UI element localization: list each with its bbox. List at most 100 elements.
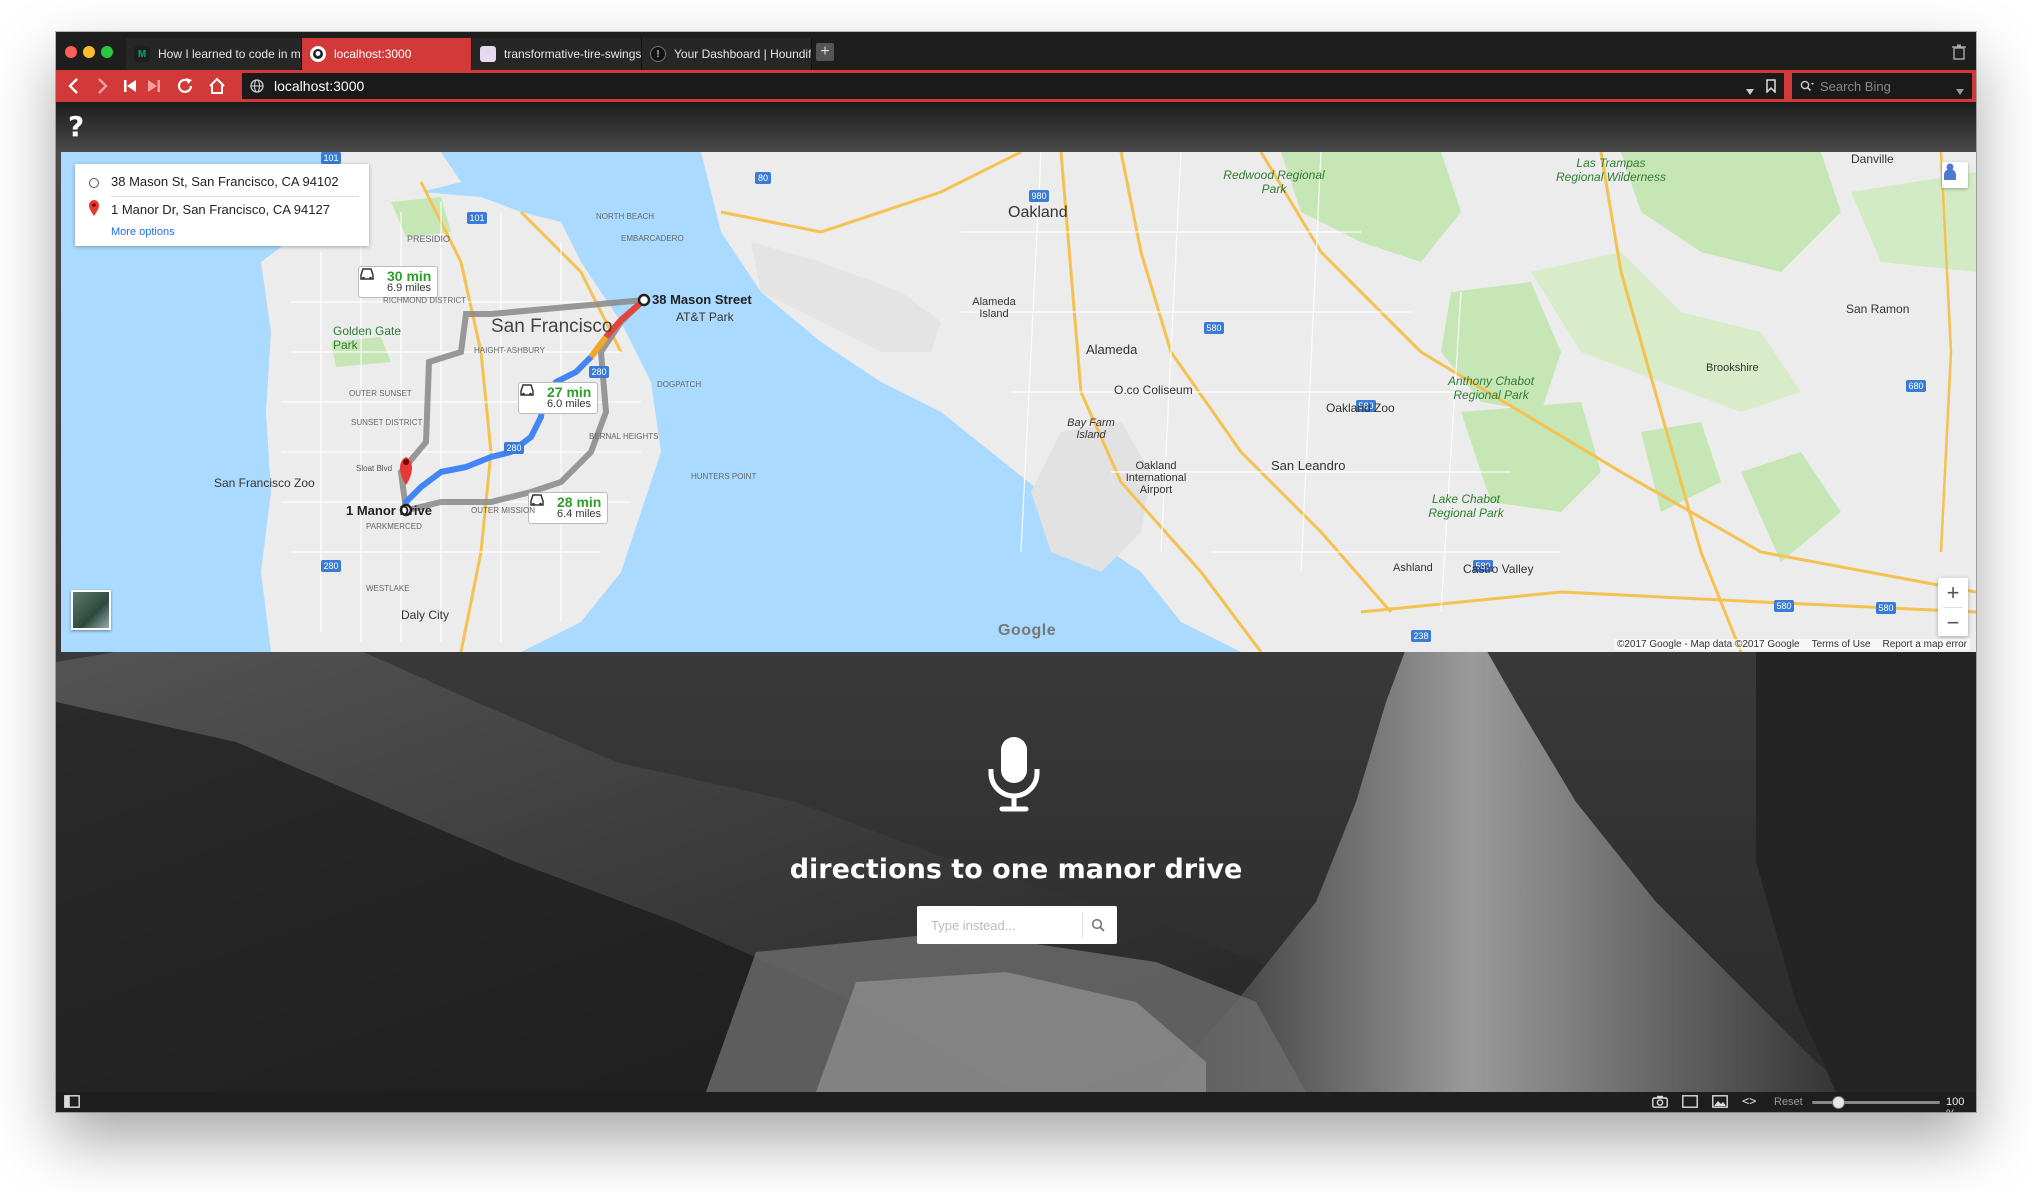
zoom-out-button[interactable]: − xyxy=(1938,608,1968,637)
route-start-label: 38 Mason Street xyxy=(652,292,752,307)
svg-text:280: 280 xyxy=(506,443,521,453)
search-placeholder: Search Bing xyxy=(1820,78,1891,94)
home-button[interactable] xyxy=(202,70,232,102)
terms-of-use-link[interactable]: Terms of Use xyxy=(1812,639,1871,650)
zoom-slider-knob[interactable] xyxy=(1831,1096,1845,1109)
maximize-window-button[interactable] xyxy=(101,46,113,58)
map-label-dogpatch: DOGPATCH xyxy=(657,380,702,389)
type-instead-input[interactable] xyxy=(917,917,1077,933)
svg-text:280: 280 xyxy=(323,561,338,571)
minimize-window-button[interactable] xyxy=(83,46,95,58)
input-divider xyxy=(1082,912,1083,938)
car-icon xyxy=(530,494,544,506)
help-button[interactable]: ? xyxy=(68,110,84,143)
svg-text:980: 980 xyxy=(1031,191,1046,201)
zoom-in-button[interactable]: + xyxy=(1938,578,1968,607)
panel-toggle-icon[interactable] xyxy=(64,1095,80,1111)
map-label-bay-farm: Bay Farm Island xyxy=(1067,417,1115,441)
url-dropdown-icon[interactable] xyxy=(1746,82,1754,98)
satellite-toggle-thumbnail[interactable] xyxy=(71,590,111,630)
map-label-anthony-chabot: Anthony Chabot Regional Park xyxy=(1447,374,1535,402)
zoom-reset-button[interactable]: Reset xyxy=(1774,1096,1803,1108)
zoom-control: + − xyxy=(1938,578,1968,636)
tab-tire-swings[interactable]: transformative-tire-swings - P xyxy=(472,38,642,70)
new-tab-button[interactable]: + xyxy=(816,43,834,61)
map-label-north-beach: NORTH BEACH xyxy=(596,212,655,221)
directions-map[interactable]: 101 101 280 280 280 80 980 580 580 580 5… xyxy=(61,152,1976,652)
map-label-alameda: Alameda xyxy=(1086,342,1138,357)
page-icon xyxy=(480,46,496,62)
bookmark-icon[interactable] xyxy=(1766,79,1776,96)
map-label-san-ramon: San Ramon xyxy=(1846,302,1910,316)
tab-title: Your Dashboard | Houndify D xyxy=(674,47,812,61)
trash-icon[interactable] xyxy=(1952,44,1966,65)
divider xyxy=(111,196,359,197)
map-label-oakland-zoo: Oakland Zoo xyxy=(1326,401,1395,415)
microphone-icon[interactable] xyxy=(986,737,1042,813)
map-label-sf-zoo: San Francisco Zoo xyxy=(214,476,315,490)
map-label-redwood: Redwood Regional Park xyxy=(1223,168,1325,196)
svg-text:238: 238 xyxy=(1413,631,1428,641)
url-text: localhost:3000 xyxy=(274,78,365,94)
car-icon xyxy=(360,268,374,280)
origin-address: 38 Mason St, San Francisco, CA 94102 xyxy=(111,174,339,189)
route-option-1[interactable]: 30 min 6.9 miles xyxy=(358,266,439,298)
route-distance: 6.0 miles xyxy=(547,398,592,410)
voice-transcript: directions to one manor drive xyxy=(789,854,1243,885)
tile-view-icon[interactable] xyxy=(1682,1095,1698,1111)
back-button[interactable] xyxy=(58,70,88,102)
tab-bar: M How I learned to code in my 2 localhos… xyxy=(56,32,1976,70)
tab-localhost[interactable]: localhost:3000 xyxy=(302,38,472,70)
forward-button[interactable] xyxy=(88,70,118,102)
map-label-att-park: AT&T Park xyxy=(676,310,734,324)
svg-text:101: 101 xyxy=(323,153,338,163)
svg-text:101: 101 xyxy=(469,213,484,223)
map-label-san-francisco: San Francisco xyxy=(491,316,613,337)
svg-text:280: 280 xyxy=(591,367,606,377)
houndify-icon: ! xyxy=(650,46,666,62)
map-label-oakland-airport: Oakland International Airport xyxy=(1125,460,1187,496)
reload-button[interactable] xyxy=(170,70,200,102)
type-instead-box[interactable] xyxy=(917,906,1117,944)
fast-forward-button[interactable] xyxy=(142,70,166,102)
report-map-error-link[interactable]: Report a map error xyxy=(1883,639,1967,650)
map-label-westlake: WESTLAKE xyxy=(366,584,410,593)
route-option-2[interactable]: 27 min 6.0 miles xyxy=(518,382,599,414)
svg-text:80: 80 xyxy=(758,173,768,183)
map-label-haight: HAIGHT-ASHBURY xyxy=(474,346,545,355)
camera-icon[interactable] xyxy=(1652,1095,1668,1111)
map-label-embarcadero: EMBARCADERO xyxy=(621,234,684,243)
close-window-button[interactable] xyxy=(65,46,77,58)
search-icon xyxy=(1800,80,1814,92)
svg-text:580: 580 xyxy=(1776,601,1791,611)
code-icon[interactable]: <> xyxy=(1742,1094,1756,1108)
image-toggle-icon[interactable] xyxy=(1712,1095,1728,1111)
medium-icon: M xyxy=(134,46,150,62)
tab-medium-article[interactable]: M How I learned to code in my 2 xyxy=(126,38,302,70)
more-options-link[interactable]: More options xyxy=(111,226,175,238)
rewind-button[interactable] xyxy=(118,70,142,102)
map-label-richmond: RICHMOND DISTRICT xyxy=(383,296,467,305)
search-field[interactable]: Search Bing xyxy=(1792,73,1972,99)
status-bar: <> Reset 100 % xyxy=(56,1092,1976,1112)
street-view-pegman-icon[interactable] xyxy=(1942,162,1968,188)
route-distance: 6.9 miles xyxy=(387,282,432,294)
route-end-label: 1 Manor Drive xyxy=(346,503,432,518)
origin-circle-icon xyxy=(89,178,99,188)
svg-text:680: 680 xyxy=(1908,381,1923,391)
url-field[interactable]: localhost:3000 xyxy=(242,73,1784,99)
car-icon xyxy=(520,384,534,396)
map-label-outer-sunset: OUTER SUNSET xyxy=(349,389,412,398)
search-icon[interactable] xyxy=(1091,918,1105,937)
directions-panel[interactable]: 38 Mason St, San Francisco, CA 94102 1 M… xyxy=(75,164,369,246)
map-label-sunset-district: SUNSET DISTRICT xyxy=(351,418,423,427)
map-label-ashland: Ashland xyxy=(1393,562,1433,574)
tab-houndify[interactable]: ! Your Dashboard | Houndify D xyxy=(642,38,812,70)
search-engine-dropdown-icon[interactable] xyxy=(1956,83,1964,98)
map-label-sloat: Sloat Blvd xyxy=(356,464,393,473)
browser-window: M How I learned to code in my 2 localhos… xyxy=(56,32,1976,1112)
tab-title: localhost:3000 xyxy=(334,47,412,61)
route-option-3[interactable]: 28 min 6.4 miles xyxy=(528,492,609,524)
page-zoom-slider[interactable] xyxy=(1812,1096,1940,1109)
route-time: 27 min xyxy=(547,384,592,400)
